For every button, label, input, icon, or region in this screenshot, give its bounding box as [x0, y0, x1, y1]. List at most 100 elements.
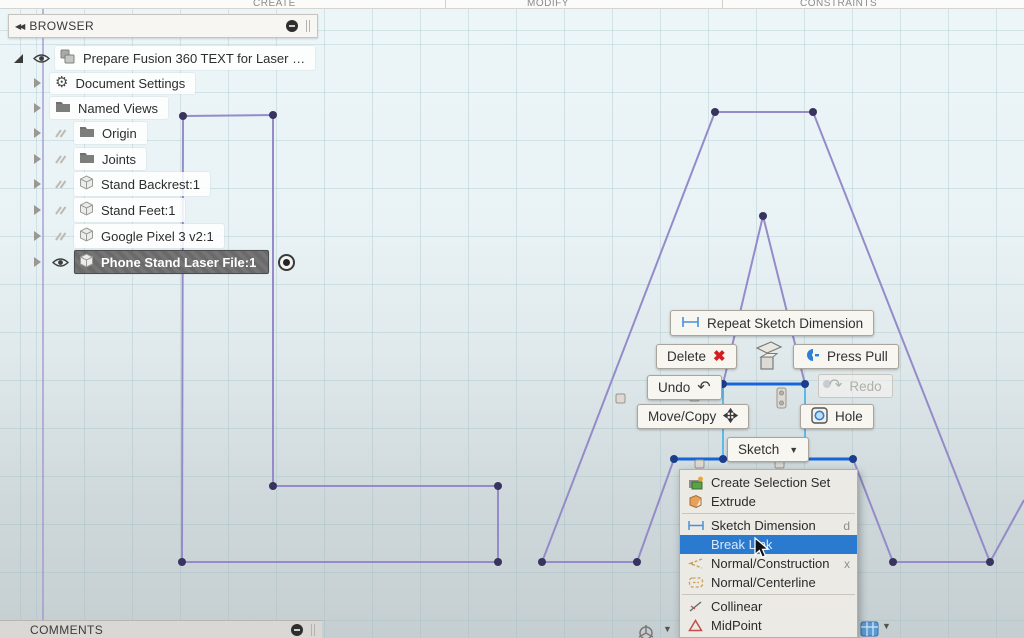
browser-row-document-settings[interactable]: ⚙ Document Settings [34, 71, 195, 95]
eye-hidden-icon[interactable] [50, 154, 70, 165]
button-label: Hole [835, 409, 863, 424]
comments-panel-header[interactable]: COMMENTS [0, 620, 322, 638]
browser-item[interactable]: Named Views [50, 97, 168, 119]
menu-item-midpoint[interactable]: MidPoint [680, 616, 857, 635]
menu-item-label: Normal/Centerline [711, 575, 816, 590]
orbit-settings-button[interactable]: ▼ [634, 624, 672, 638]
redo-icon: ↷ [829, 378, 842, 394]
button-label: Repeat Sketch Dimension [707, 316, 863, 331]
browser-row-phone-stand-laser-file[interactable]: Phone Stand Laser File:1 [34, 250, 295, 274]
folder-icon [79, 151, 95, 167]
menu-item-collinear[interactable]: Collinear [680, 597, 857, 616]
panel-grip-icon[interactable] [311, 624, 316, 636]
component-icon [79, 175, 94, 193]
menu-shortcut: d [843, 519, 850, 533]
mouse-cursor [754, 537, 774, 561]
toolbar-separator [445, 0, 446, 8]
toolbar-group-modify: MODIFY [527, 0, 569, 9]
move-copy-button[interactable]: Move/Copy [637, 404, 749, 429]
browser-row-root[interactable]: Prepare Fusion 360 TEXT for Laser … [14, 46, 315, 70]
button-label: Undo [658, 380, 690, 395]
browser-item[interactable]: Origin [74, 122, 147, 144]
collapsed-triangle-icon[interactable] [34, 78, 41, 88]
browser-item[interactable]: ⚙ Document Settings [50, 73, 195, 94]
collapsed-triangle-icon[interactable] [34, 154, 41, 164]
eye-icon[interactable] [50, 257, 70, 268]
browser-title: BROWSER [29, 19, 94, 33]
component-icon [79, 227, 94, 245]
menu-item-label: Collinear [711, 599, 762, 614]
menu-item-sketch-dimension[interactable]: Sketch Dimension d [680, 516, 857, 535]
repeat-sketch-dimension-button[interactable]: Repeat Sketch Dimension [670, 310, 874, 336]
menu-item-label: Sketch Dimension [711, 518, 816, 533]
eye-icon[interactable] [31, 53, 51, 64]
panel-options-icon[interactable] [286, 20, 298, 32]
browser-item-label: Named Views [78, 101, 158, 116]
browser-item-label: Google Pixel 3 v2:1 [101, 229, 214, 244]
hole-button[interactable]: Hole [800, 404, 874, 429]
selection-set-icon [687, 476, 704, 490]
menu-separator [682, 594, 855, 595]
browser-row-joints[interactable]: Joints [34, 147, 146, 171]
expand-triangle-icon[interactable] [14, 54, 23, 63]
collapse-panel-icon[interactable]: ◀◀ [15, 22, 23, 31]
button-label: Delete [667, 349, 706, 364]
menu-item-extrude[interactable]: Extrude [680, 492, 857, 511]
browser-item-label: Phone Stand Laser File:1 [101, 255, 256, 270]
browser-item[interactable]: Google Pixel 3 v2:1 [74, 224, 224, 248]
panel-options-icon[interactable] [291, 624, 303, 636]
browser-row-named-views[interactable]: Named Views [34, 96, 168, 120]
redo-button[interactable]: ↷ Redo [818, 374, 893, 398]
browser-item[interactable]: Stand Backrest:1 [74, 172, 210, 196]
sketch-letter-L[interactable] [182, 115, 498, 562]
collapsed-triangle-icon[interactable] [34, 257, 41, 267]
toolbar-group-create: CREATE [253, 0, 296, 9]
menu-item-label: MidPoint [711, 618, 762, 633]
browser-panel-header[interactable]: ◀◀ BROWSER [8, 14, 318, 38]
marking-menu-center-icon[interactable] [751, 340, 783, 381]
eye-hidden-icon[interactable] [50, 128, 70, 139]
construction-icon [687, 557, 704, 570]
browser-item[interactable]: Stand Feet:1 [74, 198, 185, 222]
collapsed-triangle-icon[interactable] [34, 179, 41, 189]
menu-shortcut: x [844, 557, 850, 571]
collapsed-triangle-icon[interactable] [34, 128, 41, 138]
menu-separator [682, 513, 855, 514]
eye-hidden-icon[interactable] [50, 179, 70, 190]
browser-item-label: Prepare Fusion 360 TEXT for Laser … [83, 51, 305, 66]
collapsed-triangle-icon[interactable] [34, 103, 41, 113]
collapsed-triangle-icon[interactable] [34, 205, 41, 215]
toolbar-group-constraints: CONSTRAINTS [800, 0, 877, 9]
comments-title: COMMENTS [30, 623, 103, 637]
browser-item-selected[interactable]: Phone Stand Laser File:1 [74, 250, 269, 274]
delete-button[interactable]: Delete ✖ [656, 344, 737, 369]
press-pull-button[interactable]: Press Pull [793, 344, 899, 369]
browser-item[interactable]: Joints [74, 148, 146, 170]
menu-item-normal-centerline[interactable]: Normal/Centerline [680, 573, 857, 592]
folder-icon [55, 100, 71, 116]
gear-icon: ⚙ [55, 76, 68, 90]
eye-hidden-icon[interactable] [50, 205, 70, 216]
eye-hidden-icon[interactable] [50, 231, 70, 242]
browser-item[interactable]: Prepare Fusion 360 TEXT for Laser … [55, 46, 315, 70]
menu-item-create-selection-set[interactable]: Create Selection Set [680, 473, 857, 492]
browser-row-stand-backrest[interactable]: Stand Backrest:1 [34, 172, 210, 196]
chevron-down-icon: ▼ [789, 445, 798, 455]
browser-row-stand-feet[interactable]: Stand Feet:1 [34, 198, 185, 222]
sketch-vertices[interactable] [178, 108, 994, 566]
undo-button[interactable]: Undo ↶ [647, 375, 722, 400]
browser-row-google-pixel[interactable]: Google Pixel 3 v2:1 [34, 224, 224, 248]
hole-icon [811, 407, 828, 427]
activate-component-radio[interactable] [278, 254, 295, 271]
browser-item-label: Stand Feet:1 [101, 203, 175, 218]
sketch-dropdown-button[interactable]: Sketch ▼ [727, 437, 809, 462]
undo-icon: ↶ [697, 380, 710, 396]
sketch-line-edge[interactable] [990, 500, 1024, 562]
orbit-icon [634, 624, 660, 638]
grid-display-button[interactable]: ▼ [860, 621, 891, 637]
chevron-down-icon: ▼ [663, 624, 672, 634]
panel-grip-icon[interactable] [306, 20, 311, 32]
collapsed-triangle-icon[interactable] [34, 231, 41, 241]
dimension-icon [687, 520, 704, 531]
browser-row-origin[interactable]: Origin [34, 121, 147, 145]
